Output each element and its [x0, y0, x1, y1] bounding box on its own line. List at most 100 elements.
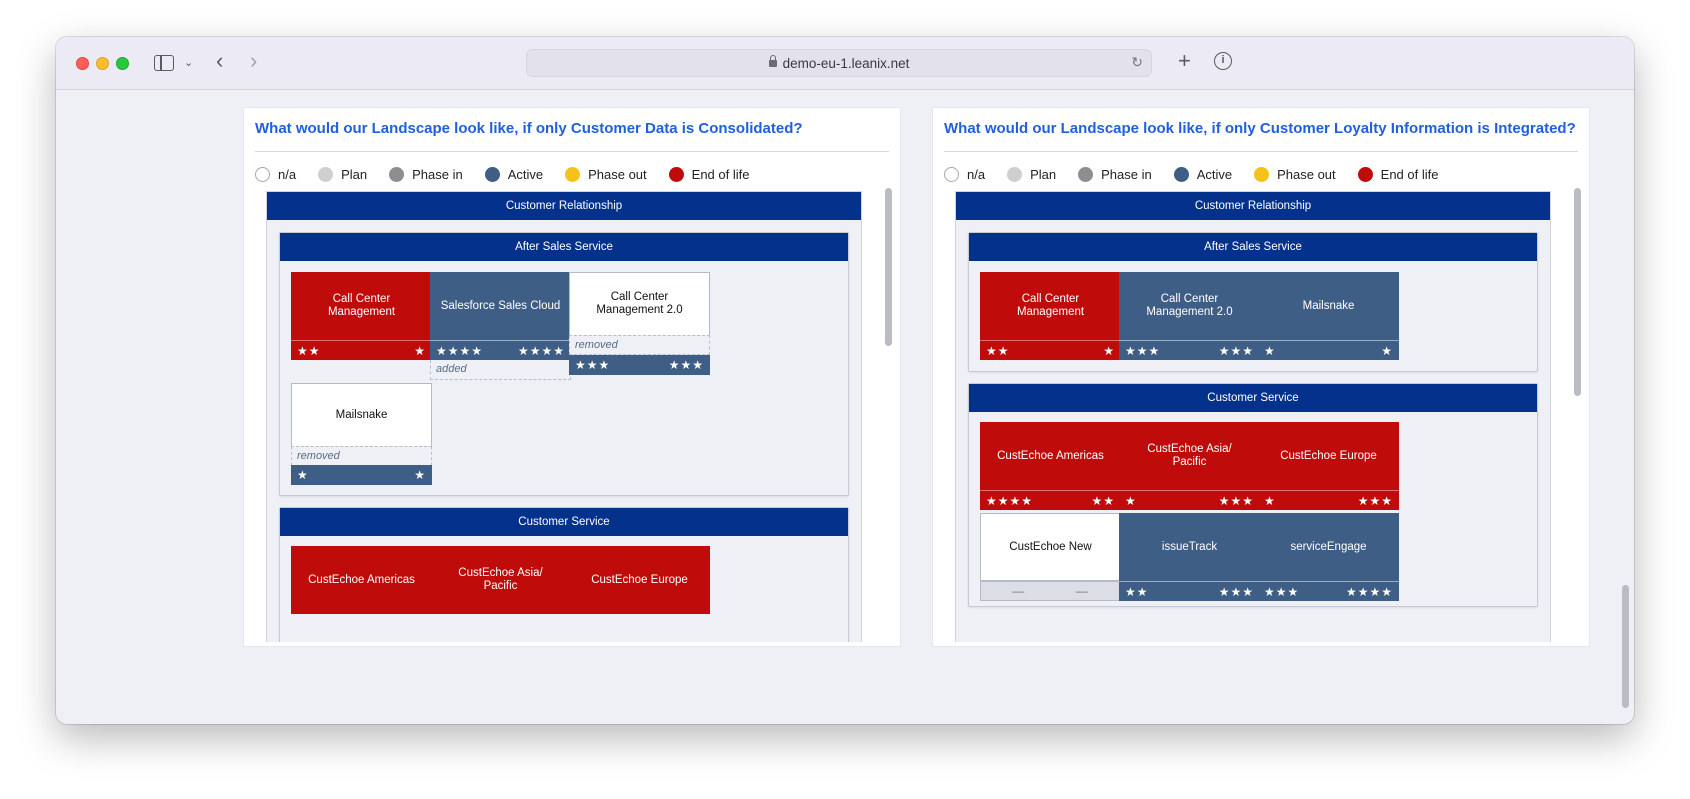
card-rating: ★★★ ★★★★: [1258, 581, 1399, 601]
app-name: Call Center Management: [980, 272, 1121, 340]
legend: n/a Plan Phase in Active Phase out End o…: [944, 165, 1460, 183]
app-name: Mailsnake: [1258, 272, 1399, 340]
app-card[interactable]: Salesforce Sales Cloud ★★★★ ★★★★ added: [430, 272, 571, 380]
app-name: Call Center Management 2.0: [569, 272, 710, 335]
card-rating: ★ ★★★: [1258, 490, 1399, 510]
star-icon: ★: [297, 468, 309, 482]
app-card[interactable]: Call Center Management ★★ ★: [980, 272, 1121, 360]
app-card[interactable]: Mailsnake removed ★ ★: [291, 383, 432, 485]
app-card[interactable]: Mailsnake ★ ★: [1258, 272, 1399, 360]
legend-item-na[interactable]: n/a: [255, 166, 296, 182]
star-icon: ★★★★: [1345, 584, 1393, 599]
domain-header[interactable]: Customer Relationship: [956, 192, 1550, 220]
close-window-button[interactable]: [76, 57, 89, 70]
legend-dot: [668, 166, 684, 182]
scrollbar-thumb[interactable]: [885, 188, 892, 346]
star-icon: ★★★: [1357, 493, 1393, 508]
vertical-scrollbar[interactable]: [1574, 188, 1581, 640]
app-card[interactable]: CustEchoe Asia/ Pacific ★ ★★★: [1119, 422, 1260, 510]
app-name: Mailsnake: [291, 383, 432, 446]
star-icon: ★★: [1091, 493, 1115, 508]
dash-icon: —: [1075, 584, 1089, 598]
page-content: What would our Landscape look like, if o…: [56, 91, 1622, 708]
star-icon: ★★★: [1264, 584, 1300, 599]
star-icon: ★★★: [1218, 343, 1254, 358]
change-tag-removed: removed: [569, 335, 710, 355]
star-icon: ★: [1264, 493, 1276, 508]
url-text: demo-eu-1.leanix.net: [782, 56, 910, 71]
star-icon: ★★: [297, 343, 321, 358]
app-card[interactable]: CustEchoe Asia/ Pacific: [430, 546, 571, 634]
divider: [944, 151, 1578, 152]
star-icon: ★★★: [575, 358, 611, 372]
legend-dot: [565, 166, 581, 182]
browser-toolbar: ⌄ ‹ › demo-eu-1.leanix.net ↻ + i: [56, 37, 1634, 90]
star-icon: ★★★★: [986, 493, 1034, 508]
legend-item-phase-in[interactable]: Phase in: [1078, 166, 1152, 182]
chevron-down-icon[interactable]: ⌄: [184, 53, 193, 73]
landscape-viewport[interactable]: Customer Relationship After Sales Servic…: [266, 191, 892, 642]
card-rating: ★★★★★★: [980, 490, 1121, 510]
change-tag-added: added: [430, 360, 571, 380]
legend-item-phase-out[interactable]: Phase out: [1254, 166, 1336, 182]
domain-box: Customer Relationship After Sales Servic…: [955, 191, 1551, 642]
vertical-scrollbar[interactable]: [885, 188, 892, 640]
app-name: CustEchoe Europe: [569, 546, 710, 614]
scrollbar-thumb[interactable]: [1574, 188, 1581, 396]
card-rating: ★ ★: [1258, 340, 1399, 360]
star-icon: ★★: [1125, 584, 1149, 599]
app-name: CustEchoe New: [980, 513, 1121, 581]
legend-item-end-of-life[interactable]: End of life: [668, 166, 749, 182]
app-card[interactable]: CustEchoe Europe ★ ★★★: [1258, 422, 1399, 510]
capability-header[interactable]: After Sales Service: [969, 233, 1537, 261]
legend-item-plan[interactable]: Plan: [1007, 166, 1056, 182]
capability-header[interactable]: Customer Service: [969, 384, 1537, 412]
sidebar-icon[interactable]: [154, 55, 174, 71]
legend-item-phase-out[interactable]: Phase out: [565, 166, 647, 182]
star-icon: ★: [1103, 343, 1115, 358]
forward-icon[interactable]: ›: [250, 50, 257, 72]
star-icon: ★: [1381, 343, 1393, 358]
star-icon: ★: [1264, 343, 1276, 358]
left-report-panel: What would our Landscape look like, if o…: [243, 107, 901, 647]
legend: n/a Plan Phase in Active Phase out End o…: [255, 165, 771, 183]
page-scrollbar[interactable]: [1622, 585, 1629, 708]
legend-item-active[interactable]: Active: [1173, 166, 1232, 182]
legend-item-active[interactable]: Active: [484, 166, 543, 182]
capability-box-after-sales: After Sales Service Call Center Manageme…: [968, 232, 1538, 372]
legend-dot: [318, 166, 334, 182]
app-card[interactable]: CustEchoe New — —: [980, 513, 1121, 601]
legend-dot: [1007, 166, 1023, 182]
app-card[interactable]: Call Center Management 2.0 removed ★★★ ★★…: [569, 272, 710, 380]
address-bar[interactable]: demo-eu-1.leanix.net ↻: [526, 49, 1152, 77]
star-icon: ★★: [986, 343, 1010, 358]
app-card[interactable]: CustEchoe Europe: [569, 546, 710, 634]
app-card[interactable]: CustEchoe Americas ★★★★ ★★: [980, 422, 1121, 510]
app-card[interactable]: issueTrack ★★ ★★★: [1119, 513, 1260, 601]
legend-item-end-of-life[interactable]: End of life: [1357, 166, 1438, 182]
capability-box-customer-service: Customer Service CustEchoe Americas ★★★★…: [968, 383, 1538, 607]
app-name: CustEchoe Americas: [980, 422, 1121, 490]
capability-header[interactable]: Customer Service: [280, 508, 848, 536]
domain-header[interactable]: Customer Relationship: [267, 192, 861, 220]
info-icon[interactable]: i: [1214, 52, 1232, 70]
maximize-window-button[interactable]: [116, 57, 129, 70]
app-card[interactable]: CustEchoe Americas: [291, 546, 432, 634]
legend-item-plan[interactable]: Plan: [318, 166, 367, 182]
capability-header[interactable]: After Sales Service: [280, 233, 848, 261]
new-tab-icon[interactable]: +: [1178, 50, 1191, 72]
legend-dot: [1357, 166, 1373, 182]
landscape-viewport[interactable]: Customer Relationship After Sales Servic…: [955, 191, 1581, 642]
legend-item-phase-in[interactable]: Phase in: [389, 166, 463, 182]
back-icon[interactable]: ‹: [216, 50, 223, 72]
app-card[interactable]: Call Center Management 2.0 ★★★ ★★★: [1119, 272, 1260, 360]
card-rating: ★★★★ ★★★★: [430, 340, 571, 360]
legend-item-na[interactable]: n/a: [944, 166, 985, 182]
app-card[interactable]: serviceEngage ★★★ ★★★★: [1258, 513, 1399, 601]
reload-icon[interactable]: ↻: [1131, 54, 1143, 71]
minimize-window-button[interactable]: [96, 57, 109, 70]
legend-dot: [1078, 166, 1094, 182]
app-card[interactable]: Call Center Management ★★ ★: [291, 272, 432, 360]
card-rating: ★ ★: [291, 465, 432, 485]
right-report-panel: What would our Landscape look like, if o…: [932, 107, 1590, 647]
